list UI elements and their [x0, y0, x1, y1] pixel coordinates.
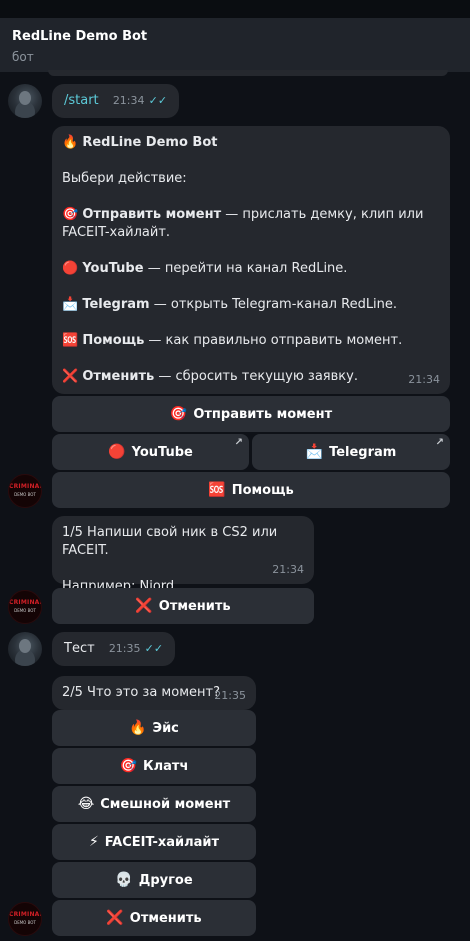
step1-message: 1/5 Напиши свой ник в CS2 или FACEIT. На… [52, 516, 314, 594]
step2-text: 2/5 Что это за момент? [62, 685, 220, 700]
red-circle-icon: 🔴 [62, 261, 79, 276]
moment-funny-button[interactable]: 😂 Смешной момент [52, 786, 256, 822]
moment-clutch-button[interactable]: 🎯 Клатч [52, 748, 256, 784]
fire-icon: 🔥 [62, 135, 79, 150]
cross-icon: ❌ [62, 369, 79, 384]
youtube-button[interactable]: 🔴 YouTube ↗ [52, 434, 249, 470]
external-link-icon: ↗ [435, 437, 444, 448]
lightning-icon: ⚡ [88, 834, 99, 850]
menu-item-telegram: 📩 Telegram — открыть Telegram-канал RedL… [62, 297, 398, 312]
envelope-icon: 📩 [62, 297, 79, 312]
message-time: 21:35 [108, 642, 141, 655]
message-test: Тест 21:35 ✓✓ [52, 632, 176, 666]
step1-text: 1/5 Напиши свой ник в CS2 или FACEIT. [62, 525, 278, 558]
moment-faceit-button[interactable]: ⚡ FACEIT-хайлайт [52, 824, 256, 860]
user-avatar[interactable] [8, 84, 42, 118]
telegram-button[interactable]: 📩 Telegram ↗ [252, 434, 450, 470]
message-time: 21:34 [408, 373, 440, 386]
menu-title-line: 🔥 RedLine Demo Bot [62, 134, 440, 152]
target-icon: 🎯 [62, 207, 79, 222]
message-time: 21:34 [112, 94, 145, 107]
sos-icon: 🆘 [62, 333, 79, 348]
user-avatar[interactable] [8, 632, 42, 666]
moment-other-button[interactable]: 💀 Другое [52, 862, 256, 898]
previous-message-stub [48, 70, 448, 76]
sos-icon: 🆘 [208, 482, 226, 498]
message-time: 21:35 [214, 689, 246, 702]
fire-icon: 🔥 [129, 720, 147, 736]
message-time: 21:34 [272, 563, 304, 576]
read-checks-icon: ✓✓ [148, 94, 168, 107]
help-button[interactable]: 🆘 Помощь [52, 472, 450, 508]
menu-prompt: Выбери действие: [62, 171, 187, 186]
menu-item-send: 🎯 Отправить момент — прислать демку, кли… [62, 207, 424, 240]
red-circle-icon: 🔴 [108, 444, 126, 460]
target-icon: 🎯 [169, 406, 188, 422]
laughing-face-icon: 😂 [77, 796, 95, 812]
menu-item-cancel: ❌ Отменить — сбросить текущую заявку. [62, 369, 358, 384]
message-start: /start 21:34 ✓✓ [52, 84, 180, 118]
menu-title: RedLine Demo Bot [82, 135, 218, 150]
skull-icon: 💀 [115, 872, 133, 888]
chat-subtitle: бот [12, 50, 34, 64]
command-text[interactable]: /start [64, 93, 99, 108]
window-top-strip [0, 0, 470, 18]
read-checks-icon: ✓✓ [144, 642, 164, 655]
step2-message: 2/5 Что это за момент? 21:35 [52, 676, 256, 710]
chat-title: RedLine Demo Bot [12, 29, 148, 44]
envelope-icon: 📩 [305, 444, 324, 460]
message-text: Тест [64, 641, 95, 656]
cross-icon: ❌ [106, 910, 124, 926]
cancel-button[interactable]: ❌ Отменить [52, 900, 256, 936]
moment-ace-button[interactable]: 🔥 Эйс [52, 710, 256, 746]
menu-item-youtube: 🔴 YouTube — перейти на канал RedLine. [62, 261, 348, 276]
send-moment-button[interactable]: 🎯 Отправить момент [52, 396, 450, 432]
menu-item-help: 🆘 Помощь — как правильно отправить момен… [62, 333, 403, 348]
bot-avatar[interactable]: CRIMINALNIE DEMO BOT [8, 902, 42, 936]
bot-avatar[interactable]: CRIMINALNIE DEMO BOT [8, 590, 42, 624]
external-link-icon: ↗ [234, 437, 243, 448]
chat-header[interactable]: RedLine Demo Bot бот [0, 18, 470, 72]
cancel-button[interactable]: ❌ Отменить [52, 588, 314, 624]
target-icon: 🎯 [119, 758, 138, 774]
cross-icon: ❌ [135, 598, 153, 614]
bot-avatar[interactable]: CRIMINALNIE DEMO BOT [8, 474, 42, 508]
menu-message: 🔥 RedLine Demo Bot Выбери действие: 🎯 От… [52, 126, 450, 394]
